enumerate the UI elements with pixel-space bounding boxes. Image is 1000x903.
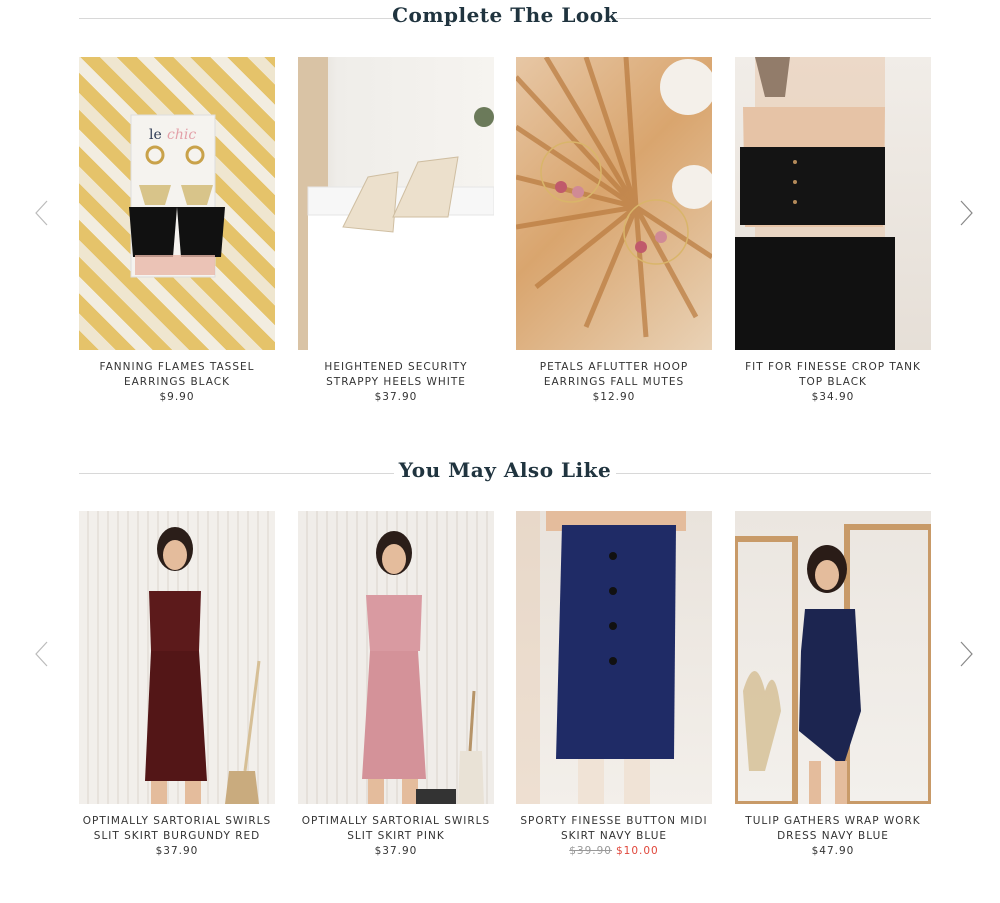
product-price: $37.90 <box>374 391 418 403</box>
product-name[interactable]: OPTIMALLY SARTORIAL SWIRLS SLIT SKIRT BU… <box>79 814 275 844</box>
product-price: $37.90 <box>374 845 418 857</box>
you-may-also-like-section: You May Also Like OPTIMALLY SARTORIAL SW… <box>0 455 1000 895</box>
product-name[interactable]: HEIGHTENED SECURITY STRAPPY HEELS WHITE <box>298 360 494 390</box>
product-price: $9.90 <box>159 391 195 403</box>
carousel-next-button[interactable] <box>956 198 976 228</box>
svg-text:le: le <box>149 127 162 143</box>
product-name[interactable]: TULIP GATHERS WRAP WORK DRESS NAVY BLUE <box>735 814 931 844</box>
svg-text:chic: chic <box>167 127 196 143</box>
product-card[interactable]: OPTIMALLY SARTORIAL SWIRLS SLIT SKIRT PI… <box>298 511 494 859</box>
product-image[interactable] <box>298 511 494 804</box>
section-heading: Complete The Look <box>79 0 931 36</box>
sale-price: $10.00 <box>616 845 659 857</box>
product-card[interactable]: FIT FOR FINESSE CROP TANK TOP BLACK $34.… <box>735 57 931 405</box>
product-name[interactable]: SPORTY FINESSE BUTTON MIDI SKIRT NAVY BL… <box>516 814 712 844</box>
product-name[interactable]: OPTIMALLY SARTORIAL SWIRLS SLIT SKIRT PI… <box>298 814 494 844</box>
product-name[interactable]: FANNING FLAMES TASSEL EARRINGS BLACK <box>79 360 275 390</box>
product-price: $39.90 $10.00 <box>516 844 712 859</box>
complete-the-look-section: Complete The Look le chic FANNING FLAMES… <box>0 0 1000 440</box>
product-image[interactable] <box>735 57 931 350</box>
product-card[interactable]: OPTIMALLY SARTORIAL SWIRLS SLIT SKIRT BU… <box>79 511 275 859</box>
section-title: You May Also Like <box>398 458 612 482</box>
product-card[interactable]: SPORTY FINESSE BUTTON MIDI SKIRT NAVY BL… <box>516 511 712 859</box>
product-price: $12.90 <box>592 391 636 403</box>
product-card[interactable]: le chic FANNING FLAMES TASSEL EARRINGS B… <box>79 57 275 405</box>
divider <box>616 18 931 19</box>
product-card[interactable]: PETALS AFLUTTER HOOP EARRINGS FALL MUTES… <box>516 57 712 405</box>
product-image[interactable] <box>79 511 275 804</box>
chevron-right-icon <box>960 200 973 226</box>
product-card[interactable]: HEIGHTENED SECURITY STRAPPY HEELS WHITE … <box>298 57 494 405</box>
carousel-prev-button[interactable] <box>32 198 52 228</box>
section-title: Complete The Look <box>392 3 618 27</box>
section-heading: You May Also Like <box>79 455 931 491</box>
product-price: $34.90 <box>811 391 855 403</box>
product-name[interactable]: FIT FOR FINESSE CROP TANK TOP BLACK <box>735 360 931 390</box>
carousel-prev-button[interactable] <box>32 639 52 669</box>
chevron-left-icon <box>35 200 48 226</box>
original-price: $39.90 <box>569 845 612 857</box>
carousel-next-button[interactable] <box>956 639 976 669</box>
chevron-left-icon <box>35 641 48 667</box>
product-image[interactable] <box>516 511 712 804</box>
product-image[interactable] <box>735 511 931 804</box>
product-card[interactable]: TULIP GATHERS WRAP WORK DRESS NAVY BLUE … <box>735 511 931 859</box>
divider <box>616 473 931 474</box>
product-name[interactable]: PETALS AFLUTTER HOOP EARRINGS FALL MUTES <box>516 360 712 390</box>
product-price: $47.90 <box>811 845 855 857</box>
product-image[interactable] <box>516 57 712 350</box>
product-price: $37.90 <box>155 845 199 857</box>
chevron-right-icon <box>960 641 973 667</box>
product-image[interactable]: le chic <box>79 57 275 350</box>
product-image[interactable] <box>298 57 494 350</box>
